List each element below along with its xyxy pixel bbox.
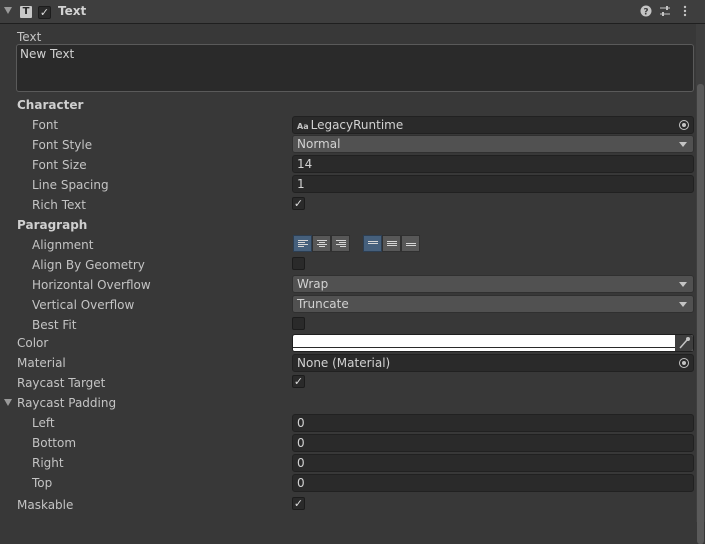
align-by-geometry-checkbox[interactable]	[292, 257, 305, 270]
padding-bottom-value: 0	[297, 436, 305, 450]
align-bottom-button[interactable]	[401, 235, 420, 252]
font-style-label: Font Style	[32, 138, 93, 152]
text-component-icon: T	[20, 6, 32, 18]
foldout-arrow-icon[interactable]	[4, 7, 12, 14]
text-input[interactable]: New Text	[16, 44, 694, 92]
component-enabled-checkbox[interactable]: ✓	[38, 6, 51, 19]
paragraph-section-title: Paragraph	[17, 218, 88, 232]
alignment-label: Alignment	[32, 238, 94, 252]
object-picker-icon[interactable]	[679, 358, 689, 368]
font-style-value: Normal	[297, 137, 341, 151]
align-right-button[interactable]	[331, 235, 350, 252]
padding-top-field[interactable]: 0	[292, 474, 694, 492]
color-field[interactable]	[292, 334, 694, 352]
text-input-value: New Text	[20, 47, 75, 61]
padding-left-value: 0	[297, 416, 305, 430]
component-title: Text	[58, 4, 87, 18]
scrollbar-thumb[interactable]	[697, 84, 704, 544]
material-value: None (Material)	[297, 356, 391, 370]
font-label: Font	[32, 118, 59, 132]
line-spacing-value: 1	[297, 177, 305, 191]
best-fit-checkbox[interactable]	[292, 317, 305, 330]
rich-text-label: Rich Text	[32, 198, 86, 212]
help-icon[interactable]: ?	[639, 5, 653, 19]
maskable-checkbox[interactable]: ✓	[292, 497, 305, 510]
padding-right-label: Right	[32, 456, 64, 470]
horizontal-overflow-value: Wrap	[297, 277, 329, 291]
padding-bottom-field[interactable]: 0	[292, 434, 694, 452]
raycast-target-label: Raycast Target	[17, 376, 106, 390]
line-spacing-label: Line Spacing	[32, 178, 109, 192]
character-section-title: Character	[17, 98, 84, 112]
padding-bottom-label: Bottom	[32, 436, 77, 450]
presets-icon[interactable]	[658, 5, 672, 19]
padding-right-field[interactable]: 0	[292, 454, 694, 472]
raycast-padding-foldout-icon[interactable]	[4, 399, 12, 406]
material-field[interactable]: None (Material)	[292, 354, 694, 372]
horizontal-overflow-dropdown[interactable]: Wrap	[292, 275, 694, 293]
raycast-target-checkbox[interactable]: ✓	[292, 375, 305, 388]
font-value: LegacyRuntime	[310, 118, 404, 132]
raycast-padding-label[interactable]: Raycast Padding	[17, 395, 116, 411]
color-alpha-bar	[293, 347, 693, 351]
line-spacing-field[interactable]: 1	[292, 175, 694, 193]
padding-left-label: Left	[32, 416, 55, 430]
more-options-icon[interactable]	[678, 5, 692, 19]
horizontal-overflow-label: Horizontal Overflow	[32, 278, 151, 292]
font-style-dropdown[interactable]: Normal	[292, 135, 694, 153]
font-asset-icon: Aa	[297, 122, 309, 131]
vertical-overflow-value: Truncate	[297, 297, 349, 311]
text-label: Text	[17, 30, 42, 44]
svg-text:?: ?	[643, 8, 648, 18]
chevron-down-icon	[679, 142, 687, 147]
maskable-label: Maskable	[17, 498, 74, 512]
font-size-value: 14	[297, 157, 313, 171]
object-picker-icon[interactable]	[679, 120, 689, 130]
align-middle-button[interactable]	[382, 235, 401, 252]
padding-right-value: 0	[297, 456, 305, 470]
vertical-overflow-dropdown[interactable]: Truncate	[292, 295, 694, 313]
best-fit-label: Best Fit	[32, 318, 77, 332]
color-label: Color	[17, 336, 49, 350]
padding-top-value: 0	[297, 476, 305, 490]
font-field[interactable]: Aa LegacyRuntime	[292, 116, 694, 134]
font-size-field[interactable]: 14	[292, 155, 694, 173]
padding-top-label: Top	[32, 476, 53, 490]
font-size-label: Font Size	[32, 158, 87, 172]
inspector-scrollbar[interactable]	[696, 24, 705, 544]
align-center-button[interactable]	[312, 235, 331, 252]
align-left-button[interactable]	[293, 235, 312, 252]
material-label: Material	[17, 356, 66, 370]
eyedropper-icon[interactable]	[675, 335, 693, 351]
align-top-button[interactable]	[363, 235, 382, 252]
align-by-geometry-label: Align By Geometry	[32, 258, 145, 272]
chevron-down-icon	[679, 302, 687, 307]
padding-left-field[interactable]: 0	[292, 414, 694, 432]
component-header: T ✓ Text ?	[0, 0, 705, 24]
rich-text-checkbox[interactable]: ✓	[292, 197, 305, 210]
vertical-overflow-label: Vertical Overflow	[32, 298, 135, 312]
chevron-down-icon	[679, 282, 687, 287]
